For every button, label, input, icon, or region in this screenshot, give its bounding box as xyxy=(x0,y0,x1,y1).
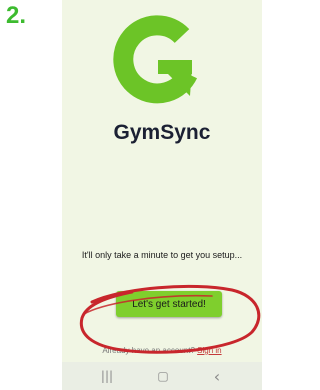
app-name: GymSync xyxy=(113,121,211,144)
signin-link[interactable]: Sign in xyxy=(197,346,221,355)
signin-prompt: Already have an account? xyxy=(102,346,195,355)
tagline: It'll only take a minute to get you setu… xyxy=(81,250,243,260)
recents-icon[interactable]: ||| xyxy=(92,362,122,390)
back-icon[interactable]: ‹ xyxy=(202,362,232,390)
home-icon[interactable]: ▢ xyxy=(148,362,178,390)
android-nav-bar: ||| ▢ ‹ xyxy=(62,362,262,390)
phone-screen: GymSync It'll only take a minute to get … xyxy=(62,0,262,390)
step-number: 2. xyxy=(6,2,27,29)
get-started-button[interactable]: Let's get started! xyxy=(116,291,222,317)
signin-row: Already have an account? Sign in xyxy=(62,346,262,355)
gymsync-logo-icon xyxy=(113,15,198,104)
